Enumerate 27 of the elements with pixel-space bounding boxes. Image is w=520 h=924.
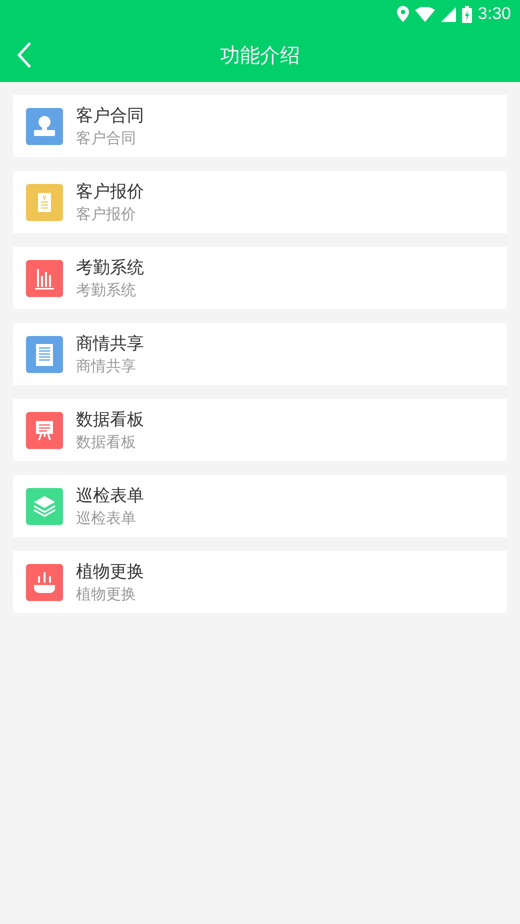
item-subtitle: 考勤系统 — [76, 281, 137, 300]
feature-item[interactable]: 商情共享 商情共享 — [13, 323, 507, 385]
item-title: 客户合同 — [76, 105, 144, 127]
feature-item[interactable]: 考勤系统 考勤系统 — [13, 247, 507, 309]
item-subtitle: 客户报价 — [76, 205, 137, 224]
battery-icon — [462, 6, 472, 22]
item-title: 客户报价 — [76, 181, 144, 203]
location-icon — [396, 6, 409, 22]
status-time: 3:30 — [478, 4, 511, 24]
item-subtitle: 植物更换 — [76, 585, 137, 604]
feature-item[interactable]: 巡检表单 巡检表单 — [13, 475, 507, 537]
signal-icon — [440, 6, 456, 22]
feature-item[interactable]: 客户合同 客户合同 — [13, 95, 507, 157]
item-subtitle: 数据看板 — [76, 433, 137, 452]
item-subtitle: 巡检表单 — [76, 509, 137, 528]
item-title: 商情共享 — [76, 333, 144, 355]
wifi-icon — [414, 6, 435, 22]
page-title: 功能介绍 — [220, 42, 300, 68]
item-subtitle: 商情共享 — [76, 357, 137, 376]
feature-item[interactable]: 植物更换 植物更换 — [13, 551, 507, 613]
item-subtitle: 客户合同 — [76, 129, 137, 148]
item-title: 数据看板 — [76, 409, 144, 431]
item-title: 植物更换 — [76, 561, 144, 583]
feature-item[interactable]: 客户报价 客户报价 — [13, 171, 507, 233]
feature-item[interactable]: 数据看板 数据看板 — [13, 399, 507, 461]
item-title: 考勤系统 — [76, 257, 144, 279]
item-title: 巡检表单 — [76, 485, 144, 507]
